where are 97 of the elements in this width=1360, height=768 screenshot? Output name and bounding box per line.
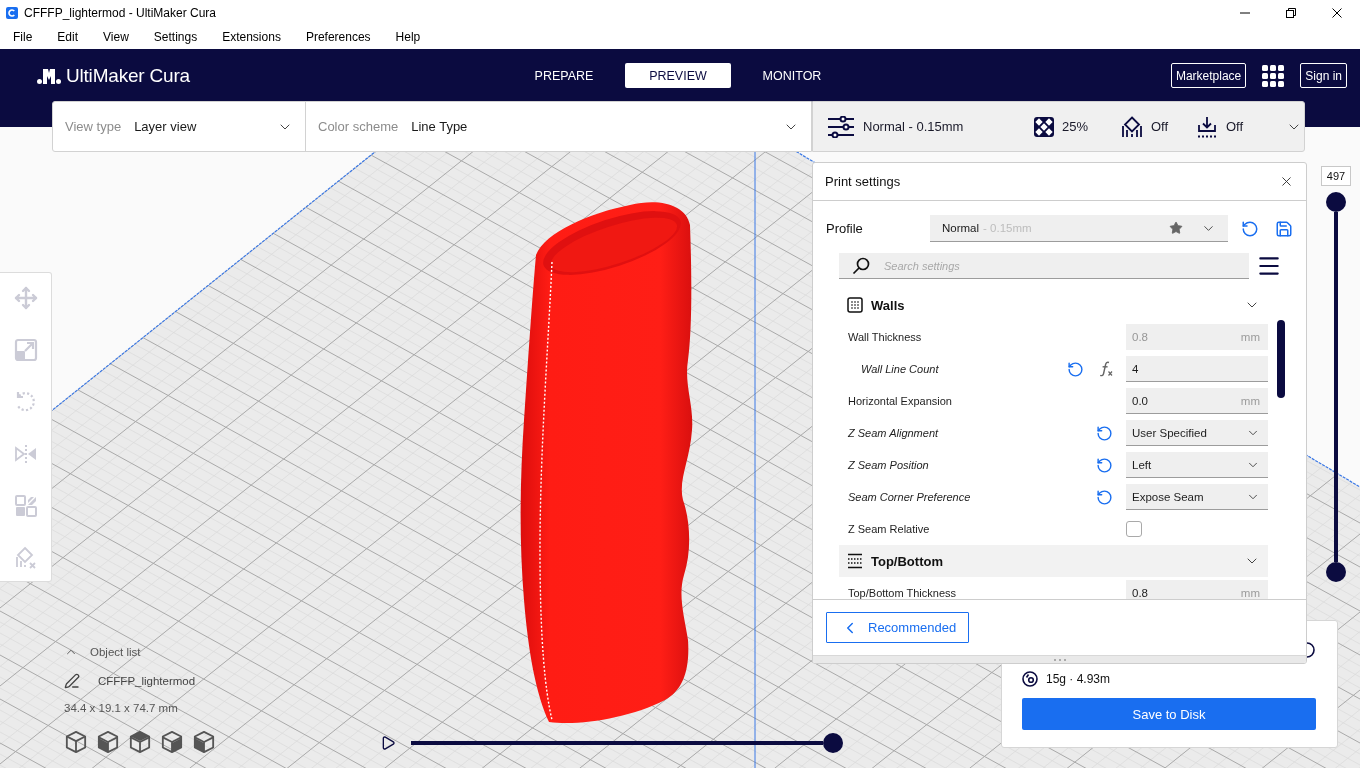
- camera-view-button[interactable]: [96, 730, 120, 754]
- apps-button[interactable]: [1262, 64, 1285, 87]
- play-icon: [380, 735, 396, 751]
- menu-item[interactable]: Settings: [153, 30, 198, 44]
- panel-title: Print settings: [825, 174, 901, 189]
- profile-label: Profile: [826, 221, 864, 236]
- stage-tab[interactable]: PREVIEW: [625, 63, 731, 88]
- stage-tab[interactable]: MONITOR: [739, 63, 845, 88]
- sign-in-button[interactable]: Sign in: [1300, 63, 1347, 88]
- camera-view-button[interactable]: [192, 730, 216, 754]
- setting-label: Z Seam Alignment: [848, 427, 939, 439]
- setting-label: Z Seam Relative: [848, 523, 930, 535]
- setting-label: Horizontal Expansion: [848, 395, 952, 407]
- view-type-dropdown[interactable]: Layer view: [134, 109, 293, 144]
- search-field[interactable]: Search settings: [839, 253, 1249, 279]
- apps-grid-icon: [1262, 64, 1285, 87]
- material-estimate: 15g · 4.93m: [1046, 672, 1111, 686]
- cube-icon: [193, 731, 215, 753]
- camera-view-button[interactable]: [128, 730, 152, 754]
- menu-item[interactable]: View: [103, 30, 129, 44]
- profile-summary: Normal - 0.15mm: [863, 119, 964, 134]
- resize-handle[interactable]: [813, 655, 1306, 663]
- cube-icon: [65, 731, 87, 753]
- star-icon: [1169, 221, 1183, 235]
- category-header[interactable]: Top/Bottom: [839, 545, 1268, 577]
- layers-icon: [847, 553, 863, 569]
- object-dimensions: 34.4 x 19.1 x 74.7 mm: [64, 702, 178, 714]
- menu-item[interactable]: Extensions: [222, 30, 281, 44]
- timeline-track-played[interactable]: [411, 741, 823, 745]
- reset-icon[interactable]: [1241, 219, 1259, 238]
- spool-icon: [1022, 671, 1038, 687]
- reset-icon[interactable]: [1096, 424, 1113, 442]
- ring-icon: [1307, 642, 1317, 658]
- setting-label: Top/Bottom Thickness: [848, 587, 956, 599]
- app-icon: [6, 6, 18, 19]
- number-field[interactable]: 0.0 mm: [1126, 388, 1268, 414]
- support-blocker-icon: [13, 546, 38, 570]
- unit-label: mm: [1240, 330, 1260, 343]
- support-value: Off: [1151, 119, 1169, 134]
- search-icon: [852, 257, 870, 275]
- field-label: Color scheme: [318, 119, 399, 134]
- slider-handle[interactable]: [1326, 192, 1346, 212]
- pencil-icon: [64, 673, 80, 689]
- scrollbar-thumb[interactable]: [1277, 320, 1285, 398]
- cube-icon: [97, 731, 119, 753]
- grip-dots-icon: [1053, 658, 1066, 661]
- save-icon[interactable]: [1275, 219, 1293, 238]
- setting-dropdown[interactable]: Expose Seam: [1126, 484, 1268, 510]
- unit-label: mm: [1240, 586, 1260, 599]
- close-icon[interactable]: [1279, 174, 1294, 189]
- category-header[interactable]: Walls: [839, 289, 1268, 321]
- camera-view-button[interactable]: [160, 730, 184, 754]
- diamond-pillars-icon: [1121, 115, 1143, 138]
- save-button[interactable]: Save to Disk: [1022, 698, 1316, 730]
- infill-value: 25%: [1062, 119, 1089, 134]
- field-label: View type: [65, 119, 122, 134]
- recommended-button[interactable]: Recommended: [826, 612, 969, 643]
- logo-mark-icon: [37, 67, 61, 84]
- menu-item[interactable]: Edit: [57, 30, 79, 44]
- setting-label: Wall Line Count: [861, 363, 939, 375]
- checker-tile-icon: [1034, 116, 1054, 137]
- setting-label: Z Seam Position: [848, 459, 929, 471]
- tray-arrow-icon: [1196, 115, 1218, 138]
- marketplace-button[interactable]: Marketplace: [1170, 63, 1247, 88]
- print-setup-selector[interactable]: Normal - 0.15mm 25% Off Off: [812, 101, 1305, 152]
- window-title: CFFFP_lightermod - UltiMaker Cura: [24, 5, 217, 20]
- color-scheme-dropdown[interactable]: Line Type: [411, 109, 799, 144]
- restore-icon: [1286, 7, 1296, 18]
- cube-icon: [129, 731, 151, 753]
- setting-dropdown[interactable]: Left: [1126, 452, 1268, 478]
- dotted-square-icon: [847, 297, 863, 313]
- setting-label: Seam Corner Preference: [848, 491, 971, 503]
- close-icon: [1332, 7, 1342, 18]
- reset-icon[interactable]: [1096, 456, 1113, 474]
- reset-icon[interactable]: [1096, 488, 1113, 506]
- object-name: CFFFP_lightermod: [98, 675, 196, 687]
- checkbox[interactable]: [1126, 521, 1142, 537]
- squares-icon: [13, 494, 38, 518]
- menu-item[interactable]: Help: [395, 30, 421, 44]
- setting-dropdown[interactable]: User Specified: [1126, 420, 1268, 446]
- cube-icon: [161, 731, 183, 753]
- play-button[interactable]: [380, 733, 396, 753]
- scale-icon: [13, 338, 38, 362]
- menu-item[interactable]: File: [13, 30, 33, 44]
- adhesion-value: Off: [1226, 119, 1244, 134]
- app-logo-text: UltiMaker Cura: [66, 64, 190, 87]
- stage-tab[interactable]: PREPARE: [511, 63, 617, 88]
- sliders-icon: [827, 115, 855, 138]
- object-list-toggle[interactable]: Object list: [64, 645, 141, 659]
- move-icon: [13, 286, 38, 310]
- camera-view-button[interactable]: [64, 730, 88, 754]
- layer-number-label: 497: [1321, 166, 1351, 186]
- number-field[interactable]: 0.8 mm: [1126, 580, 1268, 599]
- menu-item[interactable]: Preferences: [305, 30, 371, 44]
- mirror-icon: [13, 442, 38, 466]
- setting-label: Wall Thickness: [848, 331, 922, 343]
- unit-label: mm: [1240, 394, 1260, 407]
